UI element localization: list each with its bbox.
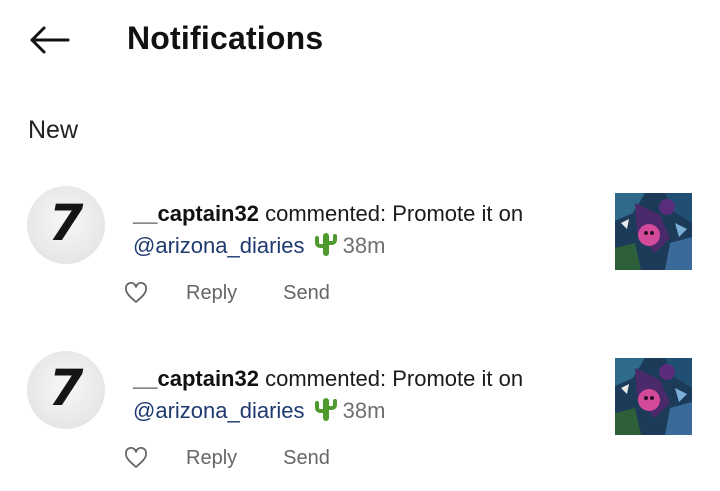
notification-action: commented: Promote it on	[258, 366, 524, 391]
section-label-new: New	[28, 116, 79, 144]
arrow-left-icon	[30, 26, 70, 54]
notification-time: 38m	[342, 233, 386, 258]
notification-action: commented: Promote it on	[258, 201, 524, 226]
notification-text: __captain32 commented: Promote it on @ar…	[133, 198, 593, 265]
notification-text: __captain32 commented: Promote it on @ar…	[133, 363, 593, 430]
send-button[interactable]: Send	[283, 282, 330, 305]
back-button[interactable]	[26, 22, 72, 58]
notification-actions: Reply Send	[124, 278, 330, 308]
avatar[interactable]: 7	[27, 351, 105, 429]
reply-button[interactable]: Reply	[186, 282, 237, 305]
notification-actions: Reply Send	[124, 443, 330, 473]
notification-username[interactable]: __captain32	[133, 366, 259, 391]
avatar-logo: 7	[48, 359, 84, 417]
page-title: Notifications	[127, 20, 324, 56]
cactus-icon	[314, 232, 337, 265]
notification-item[interactable]: 7 __captain32 commented: Promote it on @…	[0, 186, 720, 326]
heart-outline-icon[interactable]	[124, 281, 150, 305]
avatar-logo: 7	[48, 194, 84, 252]
app-header: Notifications	[0, 0, 720, 80]
post-thumbnail[interactable]	[615, 358, 692, 435]
notification-mention[interactable]: @arizona_diaries	[133, 233, 305, 258]
notification-username[interactable]: __captain32	[133, 201, 259, 226]
notification-time: 38m	[342, 398, 386, 423]
avatar[interactable]: 7	[27, 186, 105, 264]
cactus-icon	[314, 397, 337, 430]
send-button[interactable]: Send	[283, 447, 330, 470]
notification-item[interactable]: 7 __captain32 commented: Promote it on @…	[0, 351, 720, 491]
notification-mention[interactable]: @arizona_diaries	[133, 398, 305, 423]
heart-outline-icon[interactable]	[124, 446, 150, 470]
reply-button[interactable]: Reply	[186, 447, 237, 470]
post-thumbnail[interactable]	[615, 193, 692, 270]
